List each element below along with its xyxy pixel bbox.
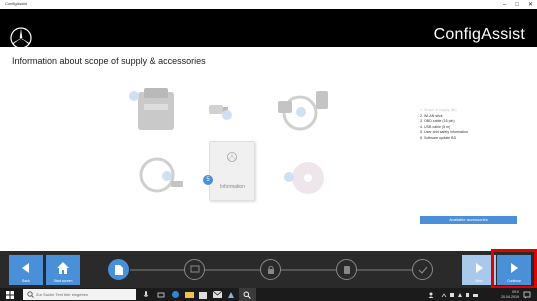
close-button[interactable]: ✕ <box>528 1 533 8</box>
active-app-tile[interactable] <box>239 288 256 301</box>
step-badge-3 <box>296 107 306 117</box>
highlight-box <box>491 249 537 289</box>
window-controls: – □ ✕ <box>503 0 533 9</box>
step-document[interactable] <box>108 259 129 280</box>
step-check[interactable] <box>412 259 433 280</box>
document-icon <box>114 264 123 275</box>
device-icon <box>343 265 350 274</box>
windows-start-icon[interactable] <box>6 291 14 299</box>
software-disc-image <box>292 162 324 194</box>
task-view-icon[interactable] <box>157 291 165 299</box>
list-item: 6. Software update BD <box>420 135 457 140</box>
windows-taskbar: Zur Suche Text hier eingeben 09:0 20.04.… <box>0 288 537 301</box>
step-badge-2 <box>222 110 232 120</box>
start-screen-label: Start screen <box>53 279 73 283</box>
star-logo-icon <box>227 152 237 162</box>
arrow-left-icon <box>22 263 29 273</box>
available-accessories-button[interactable]: Available accessories <box>420 216 517 224</box>
app-header: ConfigAssist <box>0 9 537 49</box>
people-icon[interactable] <box>428 292 434 298</box>
minimize-button[interactable]: – <box>503 2 506 8</box>
tray-clock[interactable]: 09:0 20.04.2019 <box>501 290 519 299</box>
start-screen-button[interactable]: Start screen <box>46 255 80 285</box>
store-icon[interactable] <box>199 290 207 299</box>
folder-icon[interactable] <box>185 291 194 298</box>
taskbar-search-input[interactable]: Zur Suche Text hier eingeben <box>23 289 136 300</box>
notifications-icon[interactable] <box>523 291 531 299</box>
bottom-navigation: Back Start screen Next Continue <box>0 251 537 288</box>
window-titlebar: ConfigAssist – □ ✕ <box>0 0 537 9</box>
browser-icon[interactable] <box>171 290 180 299</box>
step-badge-1 <box>129 91 139 101</box>
diagnostic-device-image <box>138 88 174 130</box>
step-lock[interactable] <box>260 259 281 280</box>
window-title: ConfigAssist <box>5 1 28 6</box>
home-icon <box>57 262 69 274</box>
scope-of-supply-list: 1. Scope of supply (kit) 2. WLAN stick 3… <box>420 108 530 142</box>
mail-icon[interactable] <box>213 291 222 298</box>
page-title: Information about scope of supply & acce… <box>12 56 206 66</box>
search-app-icon <box>243 291 251 299</box>
check-icon <box>418 266 427 274</box>
information-card: Information <box>209 141 255 201</box>
app-icon[interactable] <box>227 291 235 299</box>
lock-icon <box>267 265 274 274</box>
content-area: Information about scope of supply & acce… <box>0 47 537 251</box>
step-badge-4 <box>162 171 172 181</box>
back-button[interactable]: Back <box>9 255 43 285</box>
system-tray-icons[interactable] <box>441 292 481 298</box>
info-card-label: Information <box>219 184 245 190</box>
step-device[interactable] <box>336 259 357 280</box>
star-logo-icon <box>10 27 32 49</box>
back-label: Back <box>22 279 30 283</box>
microphone-icon[interactable] <box>143 291 149 299</box>
step-screen[interactable] <box>184 259 205 280</box>
search-icon <box>27 291 34 298</box>
maximize-button[interactable]: □ <box>515 2 519 8</box>
tray-date: 20.04.2019 <box>501 294 519 299</box>
screen-icon <box>190 265 199 273</box>
usb-cable-image <box>139 157 183 193</box>
arrow-right-icon <box>476 263 483 273</box>
step-badge-5: 5 <box>203 175 213 185</box>
app-title: ConfigAssist <box>433 26 525 43</box>
step-badge-6 <box>284 172 294 182</box>
